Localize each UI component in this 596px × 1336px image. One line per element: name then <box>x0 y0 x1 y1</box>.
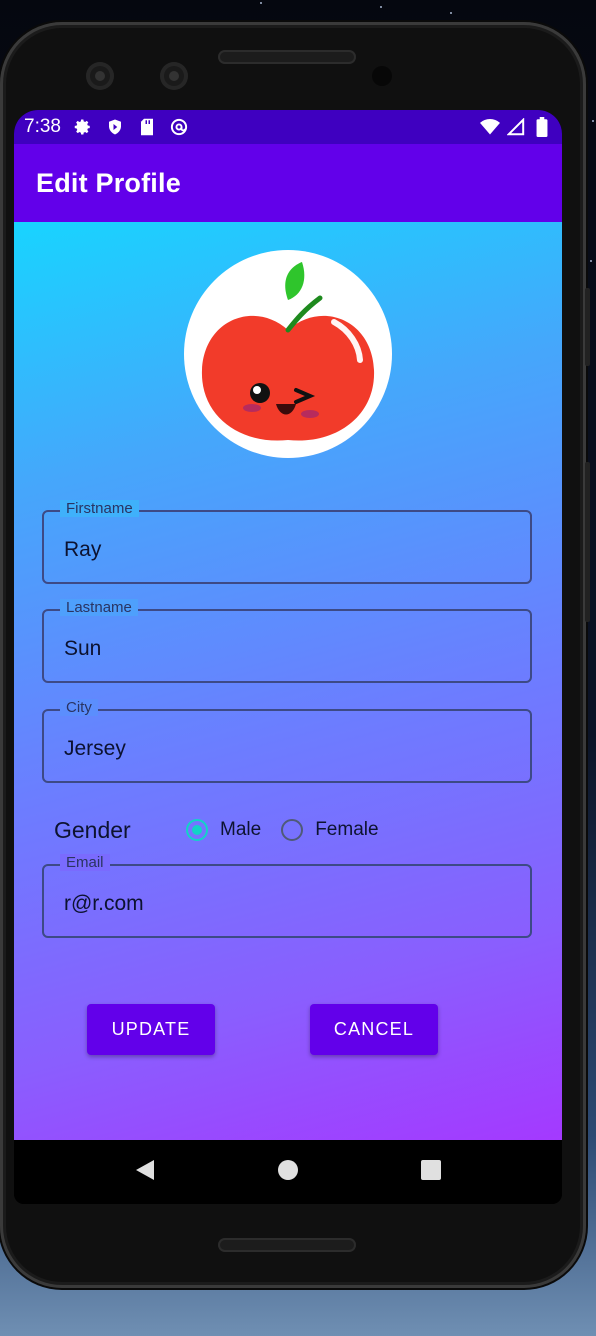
apple-avatar-icon <box>201 262 375 441</box>
gender-row: Gender Male Female <box>54 810 534 850</box>
app-bar: Edit Profile <box>14 144 562 222</box>
wifi-icon <box>480 117 500 137</box>
male-radio-label[interactable]: Male <box>220 819 261 841</box>
email-label: Email <box>60 854 110 871</box>
phone-frame: 7:38 Edit Profile Firstname Ray Lastname… <box>0 22 590 1288</box>
home-icon[interactable] <box>277 1159 299 1186</box>
status-time: 7:38 <box>24 116 61 137</box>
city-input[interactable]: Jersey <box>64 737 126 761</box>
male-radio[interactable] <box>186 819 208 841</box>
sd-card-icon <box>137 117 157 137</box>
earpiece-speaker <box>218 50 356 64</box>
gender-label: Gender <box>54 816 131 843</box>
recents-icon[interactable] <box>420 1159 442 1186</box>
female-radio[interactable] <box>281 819 304 841</box>
edit-profile-form: Firstname Ray Lastname Sun City Jersey G… <box>14 222 562 1140</box>
proximity-sensor <box>372 66 392 86</box>
navigation-bar <box>14 1140 562 1204</box>
battery-icon <box>532 117 552 137</box>
bottom-speaker <box>218 1238 356 1252</box>
city-field[interactable]: City Jersey <box>42 699 532 783</box>
shield-icon <box>105 117 125 137</box>
lastname-label: Lastname <box>60 599 138 616</box>
cancel-button[interactable]: CANCEL <box>310 1004 438 1055</box>
back-icon[interactable] <box>134 1158 156 1187</box>
volume-button <box>585 462 590 622</box>
lastname-field[interactable]: Lastname Sun <box>42 599 532 683</box>
avatar[interactable] <box>184 250 392 458</box>
email-field[interactable]: Email r@r.com <box>42 854 532 938</box>
lastname-input[interactable]: Sun <box>64 637 101 661</box>
front-camera-icon <box>86 62 114 90</box>
firstname-label: Firstname <box>60 500 139 517</box>
front-camera-2-icon <box>160 62 188 90</box>
gear-icon <box>73 117 93 137</box>
female-radio-label[interactable]: Female <box>315 819 378 841</box>
email-input[interactable]: r@r.com <box>64 892 144 916</box>
update-button[interactable]: UPDATE <box>87 1004 215 1055</box>
city-label: City <box>60 699 98 716</box>
power-button <box>585 288 590 366</box>
status-bar: 7:38 <box>14 110 562 144</box>
firstname-input[interactable]: Ray <box>64 538 101 562</box>
firstname-field[interactable]: Firstname Ray <box>42 500 532 584</box>
signal-icon <box>506 117 526 137</box>
at-sign-icon <box>169 117 189 137</box>
device-screen: 7:38 Edit Profile Firstname Ray Lastname… <box>14 110 562 1204</box>
page-title: Edit Profile <box>36 167 181 198</box>
